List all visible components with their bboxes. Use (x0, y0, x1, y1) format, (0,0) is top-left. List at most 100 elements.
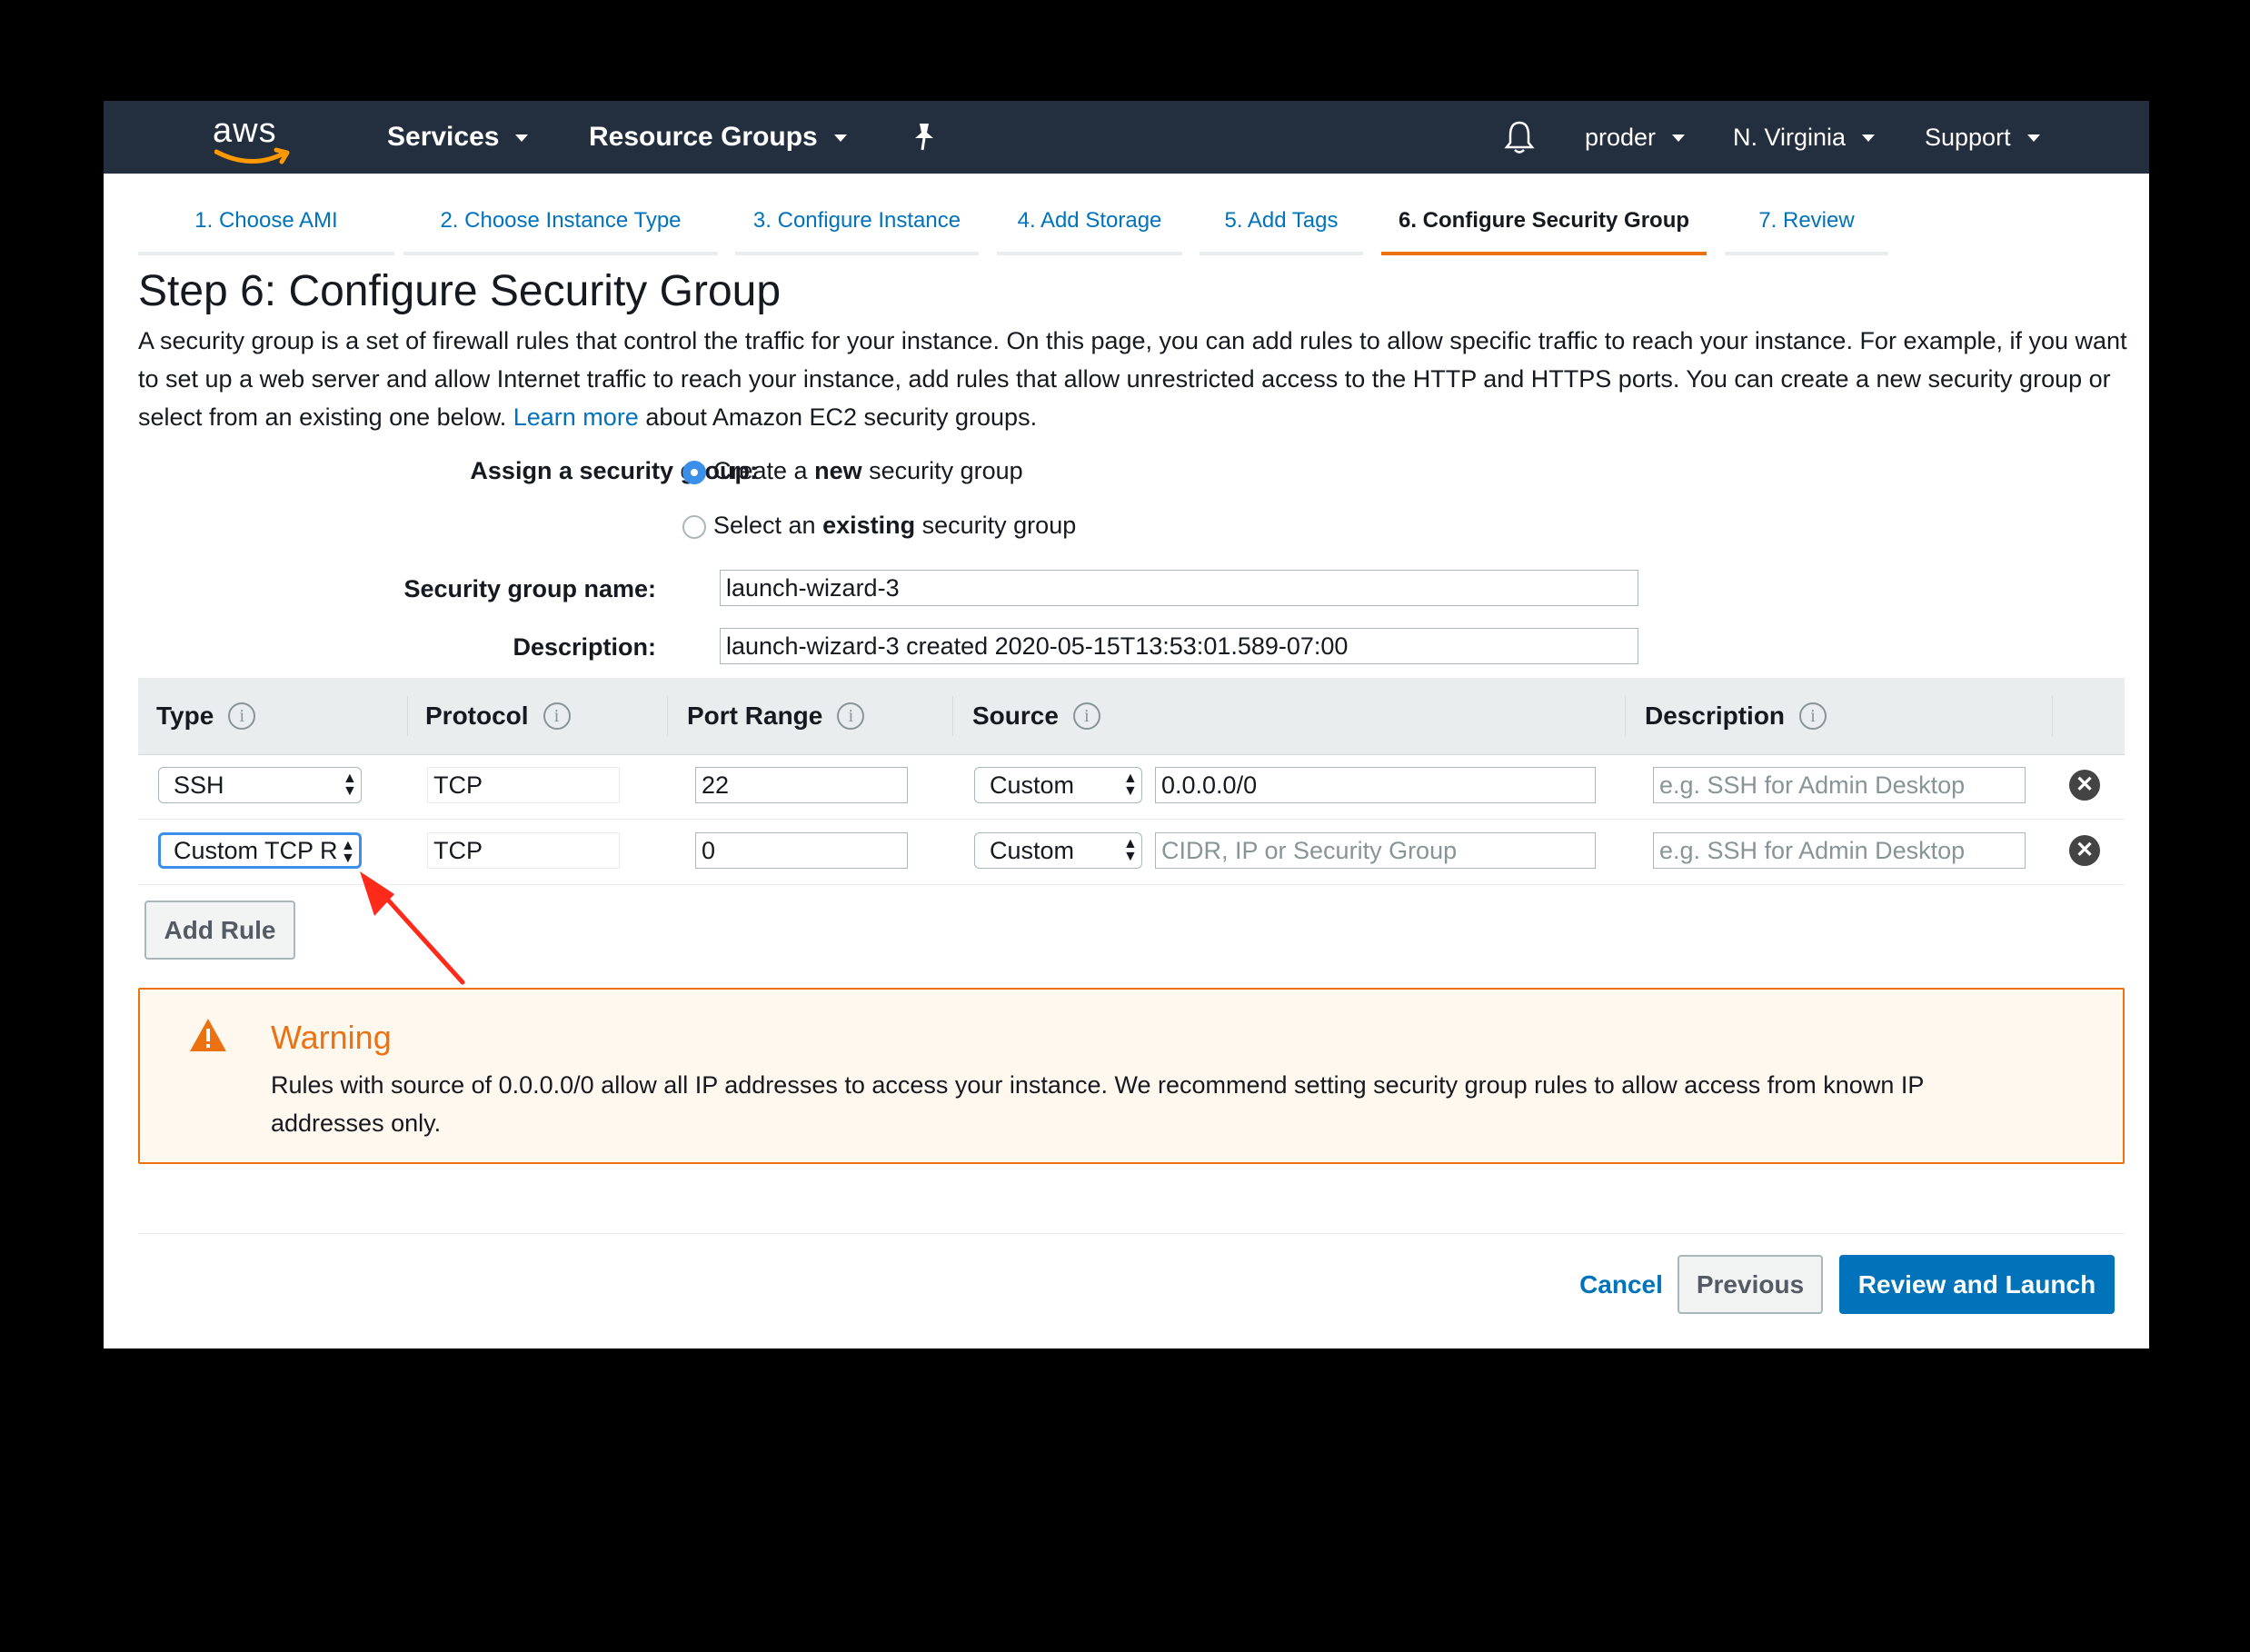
tab-label: 5. Add Tags (1224, 208, 1339, 233)
radio-select-existing-label[interactable]: Select an existing security group (713, 512, 1076, 540)
aws-logo-text: aws (213, 112, 277, 150)
type-select[interactable]: Custom TCP R ▲ ▼ (158, 832, 362, 869)
security-group-name-label: Security group name: (403, 575, 656, 602)
info-icon[interactable]: i (1072, 702, 1100, 730)
select-arrows-icon: ▲ ▼ (1123, 836, 1138, 864)
radio-create-new[interactable] (682, 461, 706, 484)
tab-add-tags[interactable]: 5. Add Tags (1200, 208, 1363, 255)
chevron-down-icon (1862, 134, 1876, 142)
services-menu[interactable]: Services (387, 101, 529, 174)
support-label: Support (1925, 123, 2011, 151)
column-divider (1625, 696, 1626, 736)
tab-add-storage[interactable]: 4. Add Storage (997, 208, 1182, 255)
tab-label: 6. Configure Security Group (1398, 208, 1690, 233)
option-text: security group (921, 512, 1077, 539)
description-input[interactable]: launch-wizard-3 created 2020-05-15T13:53… (720, 628, 1638, 664)
warning-alert: Warning Rules with source of 0.0.0.0/0 a… (138, 988, 2125, 1164)
source-cidr-input[interactable]: CIDR, IP or Security Group (1155, 832, 1596, 869)
tab-label: 1. Choose AMI (194, 208, 338, 233)
chevron-down-icon (2026, 134, 2040, 142)
option-text: Select an (713, 512, 816, 539)
browser-window: aws Services Resource Groups proder N. V… (104, 101, 2149, 1348)
column-divider (2052, 696, 2053, 736)
warning-message: Rules with source of 0.0.0.0/0 allow all… (271, 1071, 1924, 1137)
tab-label: 4. Add Storage (1017, 208, 1162, 233)
remove-rule-icon[interactable]: ✕ (2069, 835, 2100, 866)
pin-icon (915, 124, 933, 151)
chevron-down-icon (515, 134, 529, 142)
user-label: proder (1585, 123, 1657, 151)
header-label: Source (972, 702, 1059, 730)
region-menu[interactable]: N. Virginia (1733, 101, 1876, 174)
top-nav-bar: aws Services Resource Groups proder N. V… (104, 101, 2149, 174)
review-and-launch-button[interactable]: Review and Launch (1839, 1255, 2115, 1314)
option-bold: new (814, 457, 862, 484)
select-arrows-icon: ▲ ▼ (341, 838, 355, 866)
services-label: Services (387, 122, 500, 152)
cancel-button[interactable]: Cancel (1558, 1255, 1685, 1314)
user-menu[interactable]: proder (1585, 101, 1686, 174)
notifications-button[interactable] (1503, 101, 1536, 174)
header-port-range: Port Range i (687, 678, 865, 754)
row-divider (138, 819, 2125, 820)
tab-choose-instance-type[interactable]: 2. Choose Instance Type (403, 208, 718, 255)
tab-review[interactable]: 7. Review (1725, 208, 1888, 255)
type-value: Custom TCP R (174, 837, 338, 864)
radio-select-existing[interactable] (682, 515, 706, 539)
source-cidr-input[interactable]: 0.0.0.0/0 (1155, 767, 1596, 803)
option-text: security group (869, 457, 1023, 484)
header-label: Type (156, 702, 214, 730)
add-rule-button[interactable]: Add Rule (144, 901, 295, 960)
type-value: SSH (174, 771, 224, 799)
tab-configure-security-group[interactable]: 6. Configure Security Group (1381, 208, 1707, 255)
page-title: Step 6: Configure Security Group (138, 267, 782, 315)
page-intro: A security group is a set of firewall ru… (138, 322, 2137, 436)
tab-label: 7. Review (1758, 208, 1855, 233)
description-input[interactable]: e.g. SSH for Admin Desktop (1653, 832, 2026, 869)
source-mode-value: Custom (990, 771, 1075, 799)
port-range-input[interactable]: 22 (695, 767, 908, 803)
header-label: Port Range (687, 702, 823, 730)
remove-rule-icon[interactable]: ✕ (2069, 770, 2100, 801)
warning-title: Warning (271, 1019, 392, 1056)
option-text: Create a (713, 457, 808, 484)
aws-logo[interactable]: aws (213, 108, 294, 166)
tab-choose-ami[interactable]: 1. Choose AMI (138, 208, 394, 255)
footer-divider (138, 1233, 2125, 1234)
chevron-down-icon (1672, 134, 1686, 142)
header-protocol: Protocol i (425, 678, 571, 754)
learn-more-link[interactable]: Learn more (513, 403, 639, 431)
info-icon[interactable]: i (228, 702, 256, 730)
info-icon[interactable]: i (1799, 702, 1827, 730)
header-label: Protocol (425, 702, 529, 730)
source-mode-value: Custom (990, 837, 1075, 864)
radio-create-new-label[interactable]: Create a new security group (713, 457, 1023, 485)
pin-button[interactable] (911, 101, 938, 174)
type-select[interactable]: SSH ▲ ▼ (158, 767, 362, 803)
previous-button[interactable]: Previous (1678, 1255, 1823, 1314)
header-description: Description i (1645, 678, 1827, 754)
protocol-field: TCP (427, 832, 620, 869)
tab-configure-instance[interactable]: 3. Configure Instance (735, 208, 979, 255)
select-arrows-icon: ▲ ▼ (343, 771, 357, 799)
option-bold: existing (822, 512, 916, 539)
chevron-down-icon (833, 134, 847, 142)
info-icon[interactable]: i (837, 702, 865, 730)
source-select[interactable]: Custom ▲ ▼ (974, 767, 1142, 803)
security-group-name-input[interactable]: launch-wizard-3 (720, 570, 1638, 606)
tab-label: 2. Choose Instance Type (440, 208, 682, 233)
info-icon[interactable]: i (543, 702, 571, 730)
column-divider (407, 696, 408, 736)
bell-icon (1504, 121, 1535, 154)
region-label: N. Virginia (1733, 123, 1847, 151)
column-divider (667, 696, 668, 736)
header-type: Type i (156, 678, 256, 754)
port-range-input[interactable]: 0 (695, 832, 908, 869)
description-input[interactable]: e.g. SSH for Admin Desktop (1653, 767, 2026, 803)
description-label: Description: (513, 633, 656, 661)
resource-groups-menu[interactable]: Resource Groups (589, 101, 847, 174)
tab-label: 3. Configure Instance (752, 208, 961, 233)
support-menu[interactable]: Support (1925, 101, 2040, 174)
source-select[interactable]: Custom ▲ ▼ (974, 832, 1142, 869)
select-arrows-icon: ▲ ▼ (1123, 771, 1138, 799)
